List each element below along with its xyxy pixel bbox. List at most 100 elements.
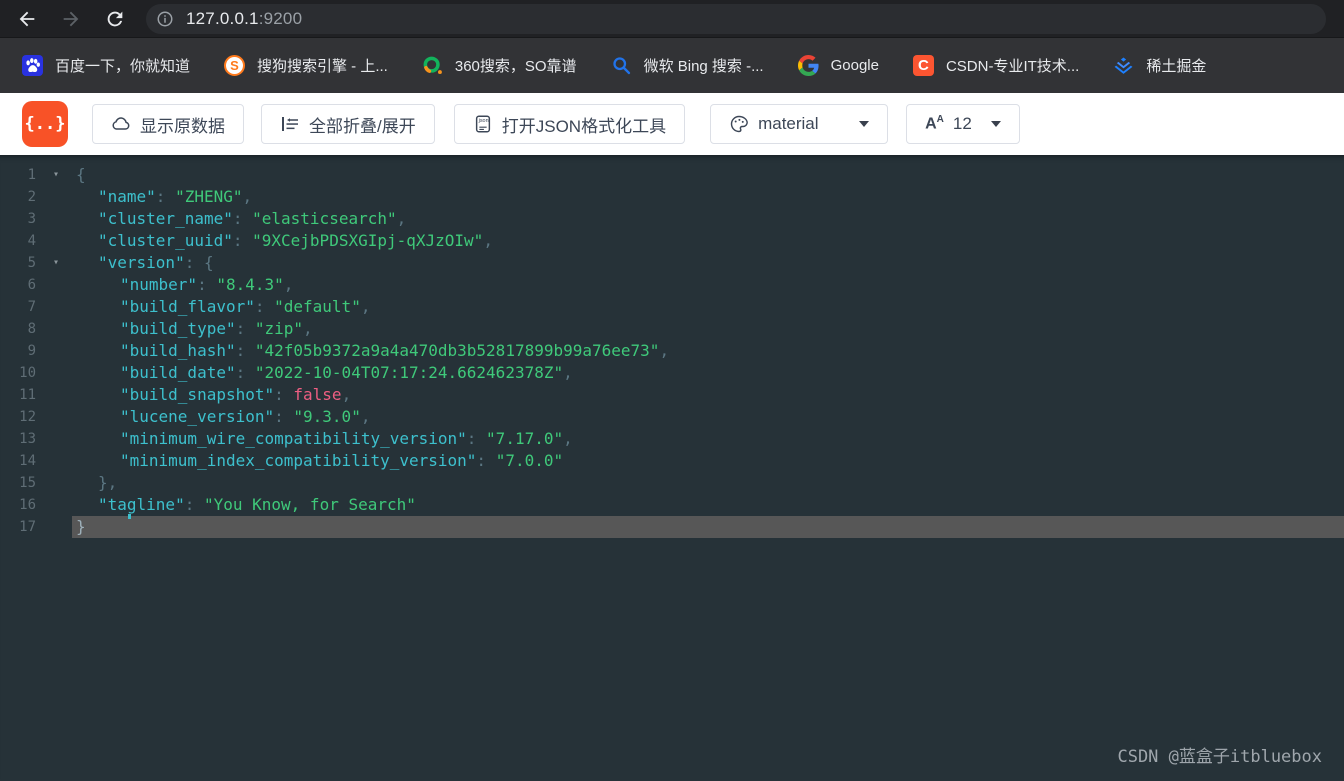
token-key: "number" — [120, 275, 198, 294]
code-line: 6 "number": "8.4.3", — [0, 274, 1344, 296]
json-formatter-logo: {..} — [22, 101, 68, 147]
fold-toggle — [40, 362, 72, 384]
token-key: "build_type" — [120, 319, 236, 338]
bookmark-sogou[interactable]: S 搜狗搜索引擎 - 上... — [224, 55, 388, 76]
bookmark-label: 微软 Bing 搜索 -... — [643, 58, 764, 75]
token-punc: } — [76, 517, 86, 536]
code-line: 7 "build_flavor": "default", — [0, 296, 1344, 318]
360-icon — [422, 55, 443, 76]
chevron-down-icon — [859, 121, 870, 127]
code-line-content: } — [72, 516, 1344, 538]
bookmark-juejin[interactable]: 稀土掘金 — [1113, 55, 1206, 76]
token-punc: : — [232, 231, 253, 250]
code-line-content: "minimum_wire_compatibility_version": "7… — [72, 428, 1344, 450]
line-number: 17 — [19, 519, 36, 535]
code-line-content: "name": "ZHENG", — [72, 186, 1344, 208]
bookmarks-bar: 百度一下，你就知道 S 搜狗搜索引擎 - 上... 360搜索，SO靠谱 微软 … — [0, 37, 1344, 93]
token-str: "9.3.0" — [293, 407, 361, 426]
chevron-down-icon — [990, 121, 1001, 127]
token-punc: : — [466, 429, 487, 448]
fold-toggle — [40, 208, 72, 230]
url-bar[interactable]: 127.0.0.1:9200 — [146, 3, 1326, 34]
line-number: 7 — [27, 299, 36, 315]
csdn-icon: C — [912, 55, 934, 76]
token-key: "minimum_index_compatibility_version" — [120, 451, 477, 470]
token-punc: , — [483, 231, 493, 250]
code-line: 10 "build_date": "2022-10-04T07:17:24.66… — [0, 362, 1344, 384]
bookmark-csdn[interactable]: C CSDN-专业IT技术... — [912, 55, 1079, 76]
token-punc: : — [235, 319, 255, 338]
token-punc: , — [396, 209, 407, 228]
token-punc: , — [563, 363, 573, 382]
url-text: 127.0.0.1:9200 — [186, 9, 302, 29]
font-size-dropdown[interactable]: AA 12 — [906, 104, 1020, 144]
bookmark-label: 稀土掘金 — [1146, 58, 1207, 75]
svg-text:json: json — [477, 118, 488, 124]
fold-toggle — [40, 450, 72, 472]
token-str: "2022-10-04T07:17:24.662462378Z" — [254, 363, 564, 382]
line-number: 1 — [27, 167, 36, 183]
token-str: "7.17.0" — [486, 429, 564, 448]
code-line: 3 "cluster_name": "elasticsearch", — [0, 208, 1344, 230]
code-line: 4 "cluster_uuid": "9XCejbPDSXGIpj-qXJzOI… — [0, 230, 1344, 252]
fold-toggle — [40, 296, 72, 318]
forward-arrow-icon — [63, 11, 79, 26]
code-line: 1 ▾ { — [0, 164, 1344, 186]
bookmark-google[interactable]: Google — [797, 55, 879, 76]
token-key: "cluster_name" — [98, 209, 233, 228]
fold-toggle — [40, 428, 72, 450]
fold-toggle[interactable]: ▾ — [40, 164, 72, 186]
back-arrow-icon — [19, 11, 35, 26]
token-punc: : — [235, 363, 255, 382]
token-key: "build_snapshot" — [120, 385, 275, 404]
cursor-tick — [128, 514, 131, 519]
token-punc: { — [76, 165, 86, 184]
open-json-tool-label: 打开JSON格式化工具 — [501, 116, 667, 136]
line-number: 10 — [19, 365, 36, 381]
code-line-content: "build_snapshot": false, — [72, 384, 1344, 406]
refresh-button[interactable] — [98, 2, 132, 36]
token-bool: false — [293, 385, 342, 404]
token-punc: : { — [184, 253, 214, 272]
code-line-content: "minimum_index_compatibility_version": "… — [72, 450, 1344, 472]
json-code-viewer: 1 ▾ { 2 "name": "ZHENG", 3 "cluster_name… — [0, 155, 1344, 779]
token-punc: : — [184, 495, 204, 514]
collapse-expand-all-button[interactable]: 全部折叠/展开 — [261, 104, 435, 144]
code-line-content: "cluster_uuid": "9XCejbPDSXGIpj-qXJzOIw"… — [72, 230, 1344, 252]
url-host: 127.0.0.1 — [186, 8, 259, 28]
token-str: "default" — [274, 297, 361, 316]
bookmark-bing[interactable]: 微软 Bing 搜索 -... — [611, 55, 764, 76]
theme-dropdown[interactable]: material — [710, 104, 889, 144]
open-json-tool-button[interactable]: json 打开JSON格式化工具 — [453, 104, 686, 144]
bookmark-baidu[interactable]: 百度一下，你就知道 — [22, 55, 190, 76]
show-raw-data-button[interactable]: 显示原数据 — [92, 104, 244, 144]
token-str: "8.4.3" — [216, 275, 284, 294]
token-str: "You Know, for Search" — [203, 495, 416, 514]
line-number: 5 — [27, 255, 36, 271]
line-number: 9 — [27, 343, 36, 359]
line-number: 15 — [19, 475, 36, 491]
fold-toggle — [40, 274, 72, 296]
json-file-icon: json — [475, 115, 490, 133]
sogou-icon: S — [224, 55, 246, 76]
line-number: 8 — [27, 321, 36, 337]
token-punc: : — [235, 341, 255, 360]
code-line: 15 }, — [0, 472, 1344, 494]
token-punc: , — [563, 429, 573, 448]
forward-button[interactable] — [54, 2, 88, 36]
json-formatter-toolbar: {..} 显示原数据 全部折叠/展开 json 打开JSON格式化工具 mate… — [0, 93, 1344, 155]
browser-window: 127.0.0.1:9200 百度一下，你就知道 S 搜狗搜索引擎 - 上... — [0, 0, 1344, 781]
token-punc: , — [283, 275, 294, 294]
code-line-content: "number": "8.4.3", — [72, 274, 1344, 296]
line-number: 14 — [19, 453, 36, 469]
bookmark-360[interactable]: 360搜索，SO靠谱 — [422, 55, 577, 76]
code-line: 16 "tagline": "You Know, for Search" — [0, 494, 1344, 516]
collapse-expand-icon — [282, 117, 298, 131]
token-key: "cluster_uuid" — [98, 231, 233, 250]
code-line-content: "build_flavor": "default", — [72, 296, 1344, 318]
back-button[interactable] — [10, 2, 44, 36]
fold-toggle — [40, 472, 72, 494]
fold-toggle[interactable]: ▾ — [40, 252, 72, 274]
token-punc: : — [155, 187, 176, 206]
font-size-icon: AA — [925, 114, 944, 133]
